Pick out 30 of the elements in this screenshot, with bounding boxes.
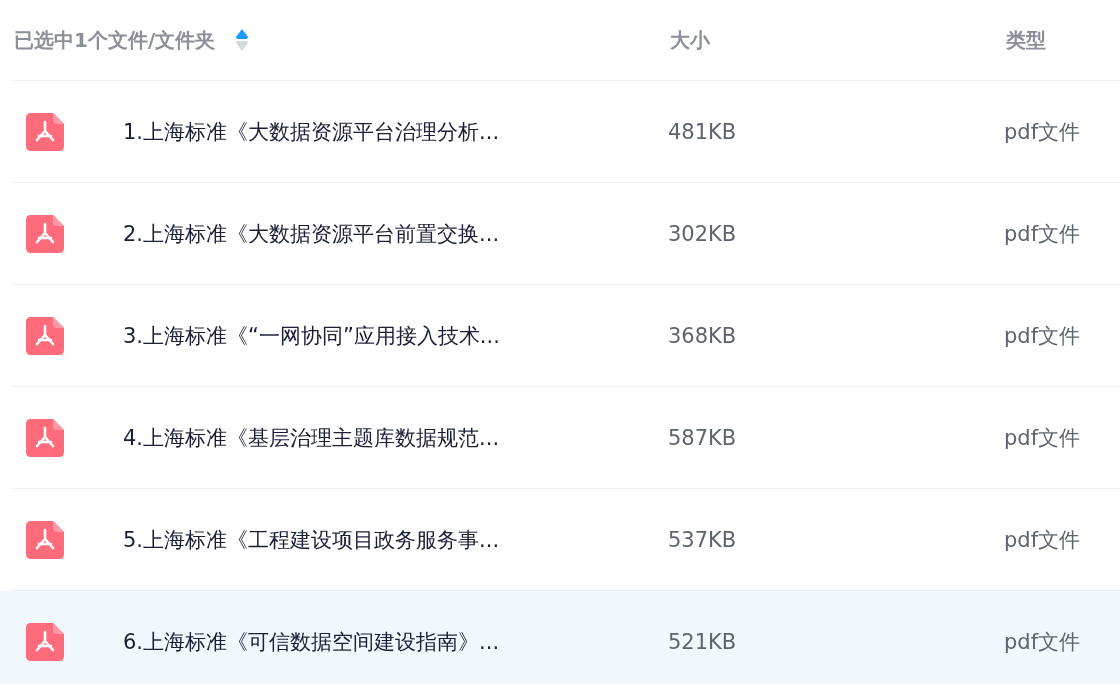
pdf-file-icon	[26, 112, 64, 151]
file-row[interactable]: 3.上海标准《“一网协同”应用接入技术... 368KB pdf文件	[12, 285, 1120, 387]
file-type: pdf文件	[1004, 425, 1081, 450]
file-name[interactable]: 5.上海标准《工程建设项目政务服务事...	[123, 525, 500, 554]
file-size: 368KB	[668, 323, 737, 348]
sort-icon[interactable]	[235, 28, 250, 52]
file-name[interactable]: 2.上海标准《大数据资源平台前置交换...	[123, 219, 500, 248]
pdf-file-icon	[26, 316, 64, 355]
pdf-file-icon	[26, 418, 64, 457]
pdf-file-icon	[26, 622, 64, 661]
file-type: pdf文件	[1004, 629, 1081, 654]
file-name[interactable]: 6.上海标准《可信数据空间建设指南》...	[123, 627, 500, 656]
file-size: 587KB	[668, 425, 737, 450]
file-size: 521KB	[668, 629, 737, 654]
file-size: 537KB	[668, 527, 737, 552]
file-type: pdf文件	[1004, 221, 1081, 246]
file-row[interactable]: 6.上海标准《可信数据空间建设指南》... 521KB pdf文件	[0, 591, 1120, 684]
file-row[interactable]: 4.上海标准《基层治理主题库数据规范... 587KB pdf文件	[12, 387, 1120, 489]
pdf-file-icon	[26, 214, 64, 253]
file-size: 302KB	[668, 221, 737, 246]
file-type: pdf文件	[1004, 323, 1081, 348]
file-row[interactable]: 1.上海标准《大数据资源平台治理分析... 481KB pdf文件	[12, 81, 1120, 183]
file-size: 481KB	[668, 119, 737, 144]
pdf-file-icon	[26, 520, 64, 559]
file-type: pdf文件	[1004, 119, 1081, 144]
file-row[interactable]: 2.上海标准《大数据资源平台前置交换... 302KB pdf文件	[12, 183, 1120, 285]
file-type: pdf文件	[1004, 527, 1081, 552]
file-name[interactable]: 4.上海标准《基层治理主题库数据规范...	[123, 423, 500, 452]
file-name[interactable]: 3.上海标准《“一网协同”应用接入技术...	[123, 321, 500, 350]
file-name[interactable]: 1.上海标准《大数据资源平台治理分析...	[123, 117, 500, 146]
